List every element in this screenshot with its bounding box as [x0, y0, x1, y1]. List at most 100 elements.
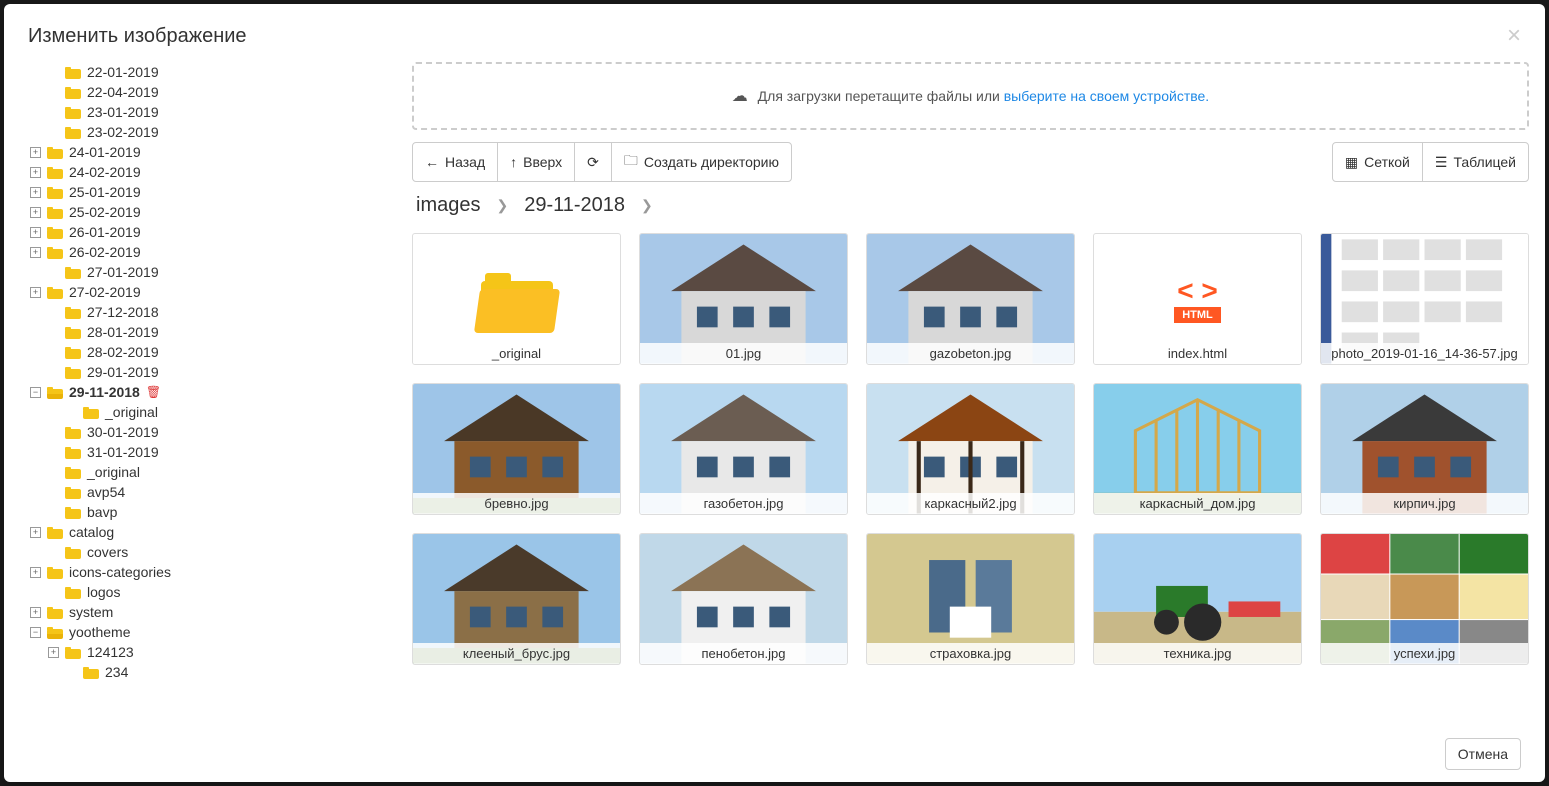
- file-item[interactable]: успехи.jpg: [1320, 533, 1529, 665]
- tree-item[interactable]: 22-01-2019: [48, 64, 404, 80]
- tree-item[interactable]: +26-02-2019: [30, 244, 404, 260]
- arrow-up-icon: ↑: [510, 154, 517, 170]
- tree-label: 30-01-2019: [87, 424, 159, 440]
- refresh-button[interactable]: ⟳: [574, 142, 612, 182]
- file-item[interactable]: бревно.jpg: [412, 383, 621, 515]
- file-item[interactable]: < >HTMLindex.html: [1093, 233, 1302, 365]
- close-button[interactable]: ×: [1507, 22, 1521, 50]
- cancel-button[interactable]: Отмена: [1445, 738, 1521, 770]
- tree-item[interactable]: −yootheme: [30, 624, 404, 640]
- tree-item[interactable]: covers: [48, 544, 404, 560]
- breadcrumb: images ❯ 29-11-2018 ❯: [412, 194, 1529, 217]
- expand-icon[interactable]: +: [30, 527, 41, 538]
- tree-label: 22-01-2019: [87, 64, 159, 80]
- tree-item[interactable]: _original: [66, 404, 404, 420]
- tree-item[interactable]: 23-02-2019: [48, 124, 404, 140]
- back-button[interactable]: ←Назад: [412, 142, 498, 182]
- file-item[interactable]: каркасный2.jpg: [866, 383, 1075, 515]
- file-item[interactable]: пенобетон.jpg: [639, 533, 848, 665]
- folder-icon: [65, 65, 81, 79]
- tree-label: 24-02-2019: [69, 164, 141, 180]
- tree-item[interactable]: 27-01-2019: [48, 264, 404, 280]
- expand-icon[interactable]: +: [48, 647, 59, 658]
- tree-label: system: [69, 604, 113, 620]
- tree-item[interactable]: bavp: [48, 504, 404, 520]
- tree-item[interactable]: 27-12-2018: [48, 304, 404, 320]
- file-item[interactable]: gazobeton.jpg: [866, 233, 1075, 365]
- folder-icon: [47, 225, 63, 239]
- tree-item[interactable]: 28-01-2019: [48, 324, 404, 340]
- tree-item[interactable]: 30-01-2019: [48, 424, 404, 440]
- folder-tree: 22-01-2019 22-04-2019 23-01-2019 23-02-2019…: [12, 62, 404, 682]
- folder-item[interactable]: _original: [412, 233, 621, 365]
- image-picker-modal: Изменить изображение × 22-01-201922-04-2…: [4, 4, 1545, 782]
- file-item[interactable]: каркасный_дом.jpg: [1093, 383, 1302, 515]
- file-label: gazobeton.jpg: [867, 343, 1074, 364]
- folder-icon: [65, 445, 81, 459]
- tree-item[interactable]: 234: [66, 664, 404, 680]
- tree-item[interactable]: _original: [48, 464, 404, 480]
- tree-item[interactable]: 29-01-2019: [48, 364, 404, 380]
- tree-item[interactable]: 28-02-2019: [48, 344, 404, 360]
- tree-item[interactable]: +25-02-2019: [30, 204, 404, 220]
- tree-item[interactable]: 31-01-2019: [48, 444, 404, 460]
- collapse-icon[interactable]: −: [30, 387, 41, 398]
- tree-item[interactable]: +27-02-2019: [30, 284, 404, 300]
- tree-label: 23-02-2019: [87, 124, 159, 140]
- tree-item[interactable]: +24-01-2019: [30, 144, 404, 160]
- file-item[interactable]: страховка.jpg: [866, 533, 1075, 665]
- file-item[interactable]: газобетон.jpg: [639, 383, 848, 515]
- tree-item[interactable]: + system: [30, 604, 404, 620]
- file-item[interactable]: 01.jpg: [639, 233, 848, 365]
- file-item[interactable]: кирпич.jpg: [1320, 383, 1529, 515]
- folder-icon: [47, 525, 63, 539]
- tree-item[interactable]: logos: [48, 584, 404, 600]
- create-directory-button[interactable]: 🗀Создать директорию: [611, 142, 792, 182]
- folder-icon: [65, 425, 81, 439]
- tree-label: 23-01-2019: [87, 104, 159, 120]
- grid-view-button[interactable]: ▦Сеткой: [1332, 142, 1423, 182]
- breadcrumb-item[interactable]: 29-11-2018: [524, 194, 625, 217]
- expand-icon[interactable]: +: [30, 607, 41, 618]
- tree-item[interactable]: avp54: [48, 484, 404, 500]
- tree-label: 29-11-2018: [69, 384, 140, 400]
- file-item[interactable]: техника.jpg: [1093, 533, 1302, 665]
- tree-item[interactable]: +24-02-2019: [30, 164, 404, 180]
- list-icon: ☰: [1435, 154, 1448, 171]
- file-label: техника.jpg: [1094, 643, 1301, 664]
- folder-icon: [65, 645, 81, 659]
- tree-item[interactable]: 22-04-2019: [48, 84, 404, 100]
- tree-label: 27-12-2018: [87, 304, 159, 320]
- expand-icon[interactable]: +: [30, 167, 41, 178]
- breadcrumb-item[interactable]: images: [416, 194, 480, 217]
- expand-icon[interactable]: +: [30, 187, 41, 198]
- file-item[interactable]: photo_2019-01-16_14-36-57.jpg: [1320, 233, 1529, 365]
- upload-dropzone[interactable]: ☁ Для загрузки перетащите файлы или выбе…: [412, 62, 1529, 130]
- dropzone-text: Для загрузки перетащите файлы или: [758, 88, 1004, 104]
- tree-item[interactable]: +26-01-2019: [30, 224, 404, 240]
- expand-icon[interactable]: +: [30, 147, 41, 158]
- folder-icon: [65, 365, 81, 379]
- collapse-icon[interactable]: −: [30, 627, 41, 638]
- folder-icon: [65, 505, 81, 519]
- expand-icon[interactable]: +: [30, 207, 41, 218]
- delete-icon[interactable]: 🗑: [146, 385, 161, 399]
- tree-item[interactable]: +catalog: [30, 524, 404, 540]
- tree-item[interactable]: +124123: [48, 644, 404, 660]
- tree-item[interactable]: 23-01-2019: [48, 104, 404, 120]
- table-view-button[interactable]: ☰Таблицей: [1422, 142, 1529, 182]
- dropzone-browse-link[interactable]: выберите на своем устройстве.: [1004, 88, 1209, 104]
- up-button[interactable]: ↑Вверх: [497, 142, 575, 182]
- tree-item[interactable]: − 29-11-2018 🗑: [30, 384, 404, 400]
- tree-item[interactable]: +icons-categories: [30, 564, 404, 580]
- expand-icon[interactable]: +: [30, 287, 41, 298]
- folder-tree-sidebar[interactable]: 22-01-2019 22-04-2019 23-01-2019 23-02-2019…: [12, 62, 404, 726]
- tree-label: 28-02-2019: [87, 344, 159, 360]
- expand-icon[interactable]: +: [30, 567, 41, 578]
- file-item[interactable]: клееный_брус.jpg: [412, 533, 621, 665]
- tree-item[interactable]: +25-01-2019: [30, 184, 404, 200]
- expand-icon[interactable]: +: [30, 227, 41, 238]
- folder-icon: [65, 345, 81, 359]
- folder-icon: [47, 285, 63, 299]
- expand-icon[interactable]: +: [30, 247, 41, 258]
